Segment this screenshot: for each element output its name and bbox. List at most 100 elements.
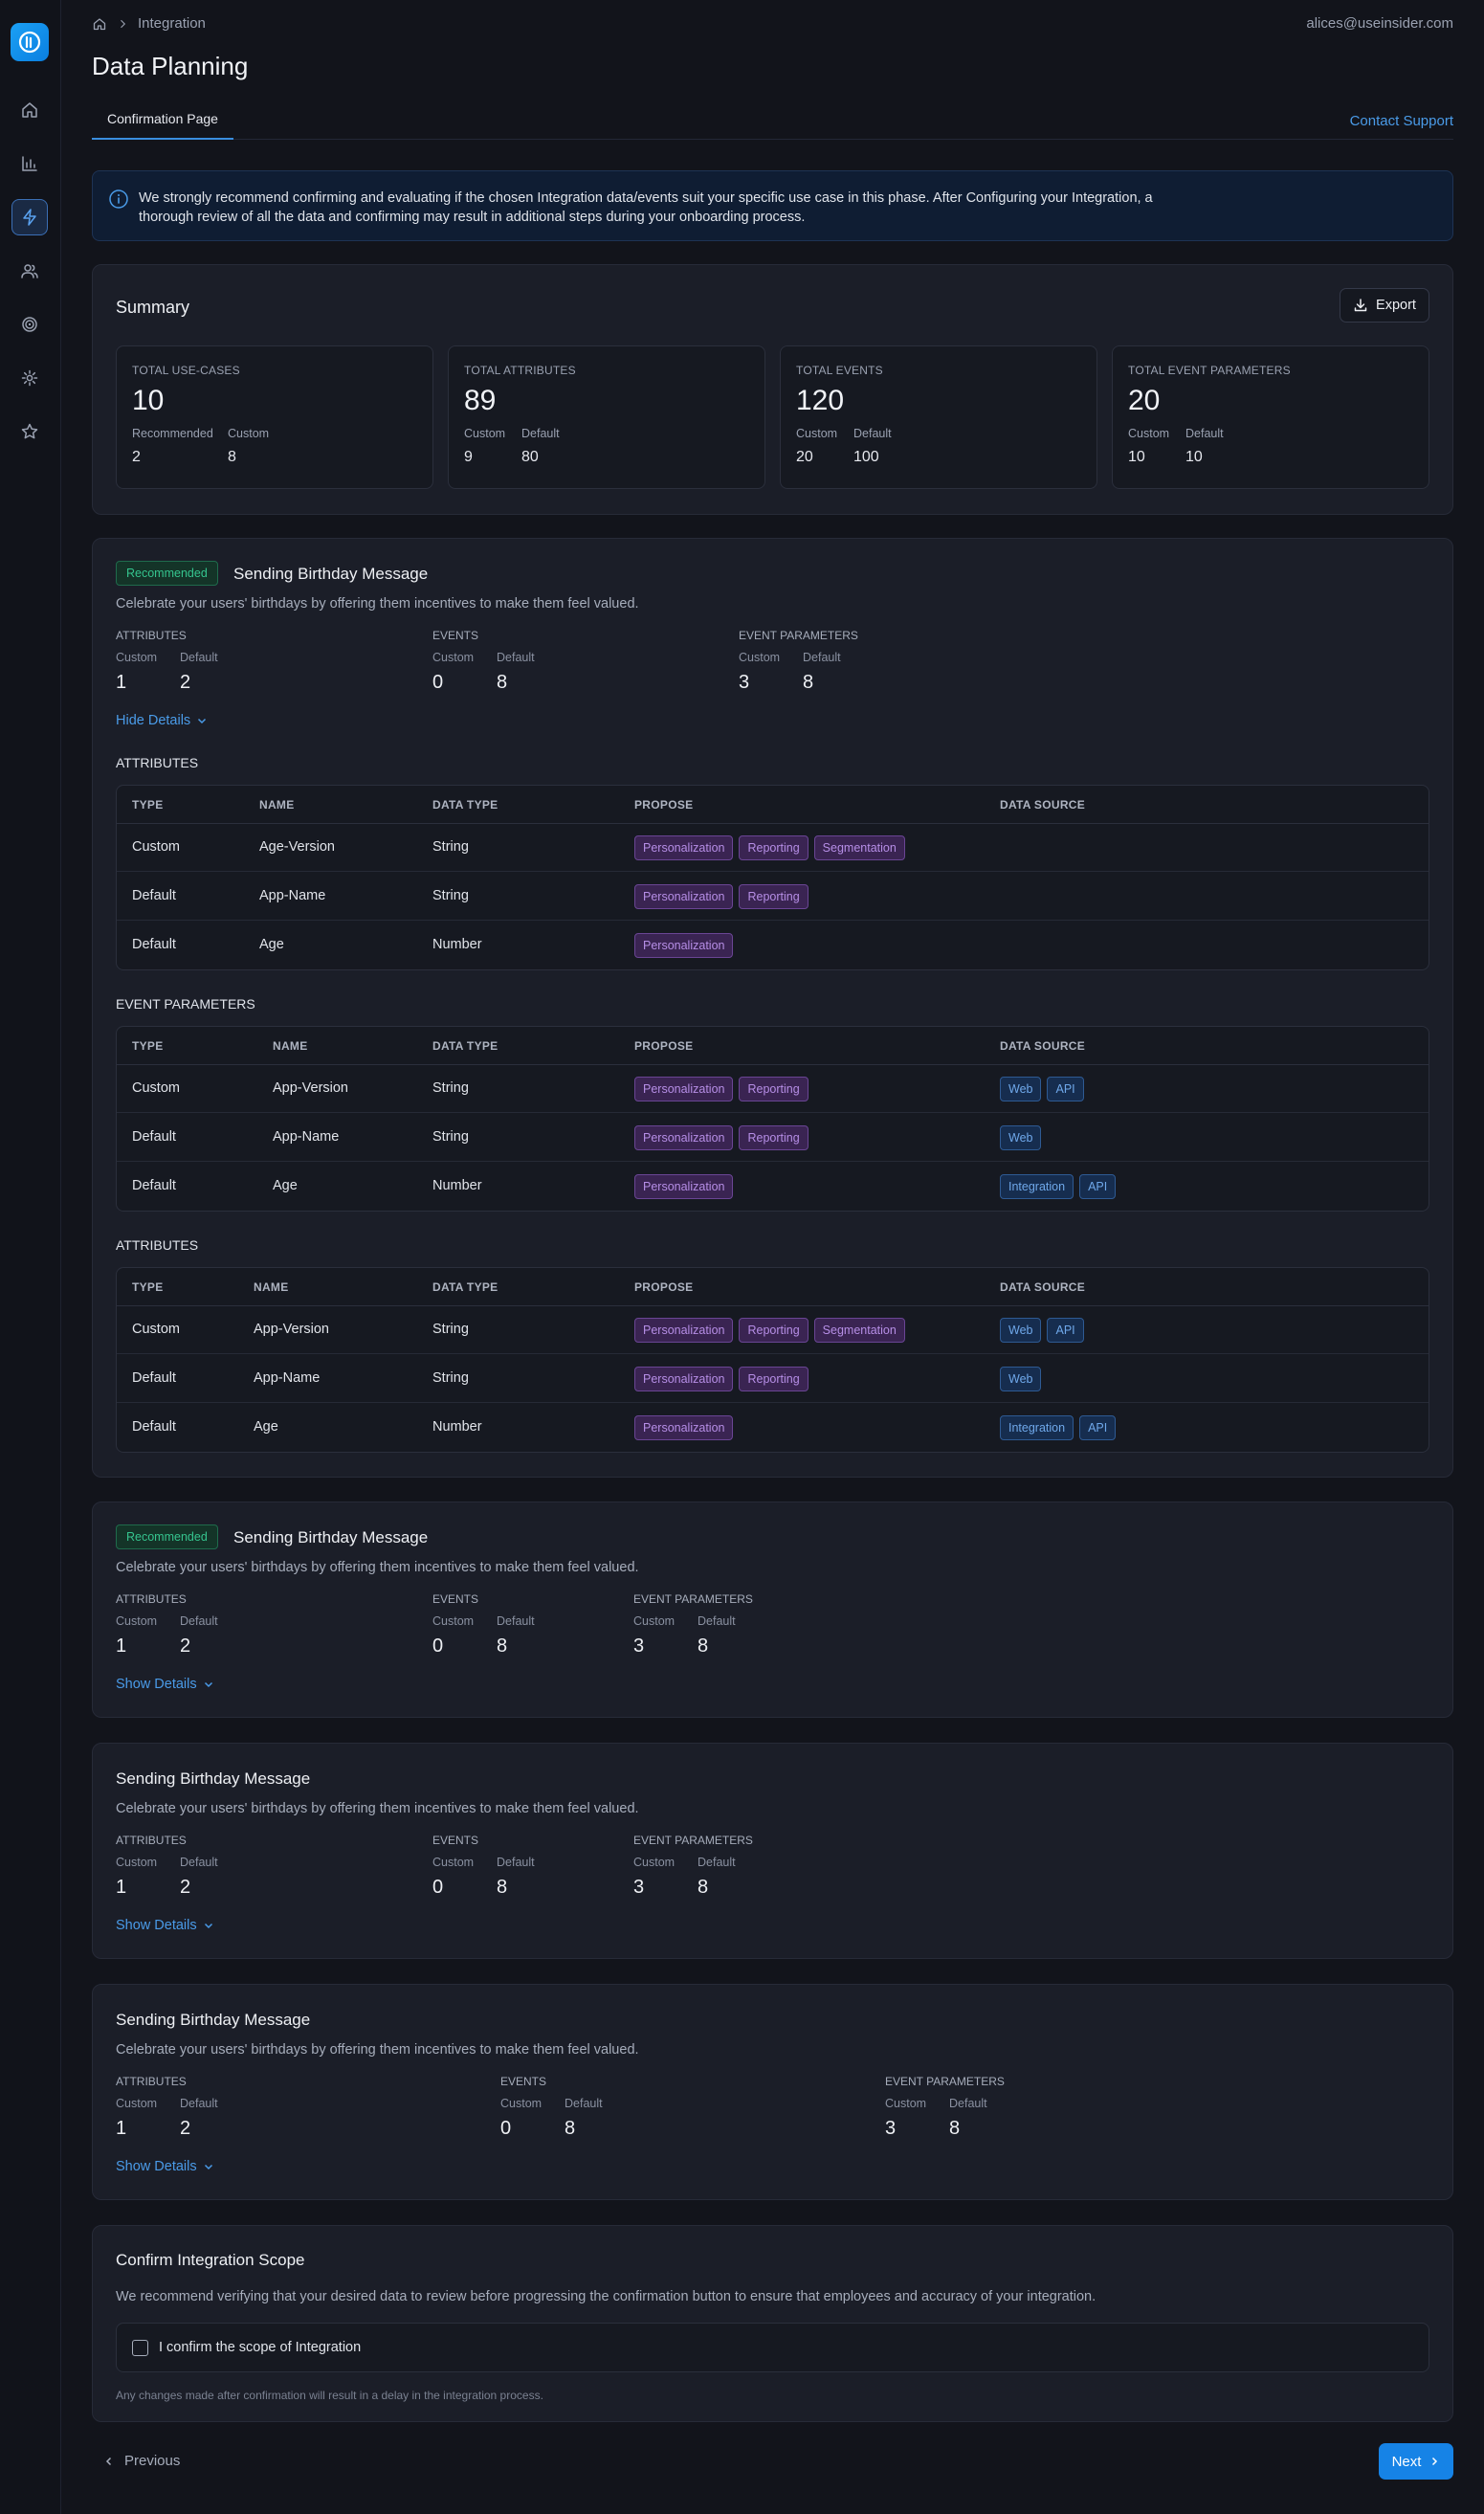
confirm-checkbox-label[interactable]: I confirm the scope of Integration (159, 2340, 361, 2355)
use-case-card: Recommended Sending Birthday Message Cel… (92, 1502, 1453, 1718)
cell-name: App-Version (254, 1322, 329, 1337)
alert-message: We strongly recommend confirming and eva… (139, 190, 1153, 225)
cell-type: Default (132, 937, 176, 952)
use-case-card: Recommended Sending Birthday Message Cel… (92, 538, 1453, 1478)
table-header: TYPE NAME DATA TYPE PROPOSE DATA SOURCE (117, 786, 1429, 824)
cell-data-type: String (432, 1129, 469, 1145)
default-value: 8 (949, 2118, 961, 2139)
col-type: TYPE (132, 1280, 164, 1294)
logo-icon (18, 31, 41, 54)
col-name: NAME (259, 798, 295, 812)
tab-bar: Confirmation Page Contact Support (92, 105, 1453, 140)
default-label: Default (180, 651, 218, 664)
source-chips: Integration API (1000, 1174, 1117, 1199)
source-chip: Web (1000, 1077, 1042, 1101)
custom-value: 3 (633, 1635, 645, 1657)
app-logo[interactable] (11, 23, 49, 61)
custom-label: Custom (116, 651, 158, 664)
cell-name: Age (273, 1178, 298, 1193)
show-details-toggle[interactable]: Show Details (116, 1677, 214, 1692)
nav-home[interactable] (11, 92, 48, 128)
hide-details-toggle[interactable]: Hide Details (116, 713, 208, 728)
custom-value: 1 (116, 672, 127, 693)
summary-card: Summary Export TOTAL USE-CASES 10 Recomm… (92, 264, 1453, 515)
show-details-toggle[interactable]: Show Details (116, 1918, 214, 1933)
use-case-description: Celebrate your users' birthdays by offer… (116, 1801, 639, 1816)
cell-data-type: String (432, 839, 469, 855)
default-label: Default (565, 2097, 603, 2110)
stat-total-events: TOTAL EVENTS 120 Custom 20 Default 100 (780, 345, 1097, 489)
default-value: 8 (698, 1877, 709, 1898)
nav-analytics[interactable] (11, 145, 48, 182)
show-details-toggle[interactable]: Show Details (116, 2159, 214, 2174)
nav-targets[interactable] (11, 306, 48, 343)
default-value: 2 (180, 1635, 191, 1657)
cell-name: App-Name (273, 1129, 340, 1145)
use-case-title: Sending Birthday Message (116, 1769, 311, 1788)
custom-label: Custom (432, 651, 475, 664)
source-chip: Web (1000, 1125, 1042, 1150)
stat-sub-label: Default (1185, 427, 1224, 440)
stat-label: TOTAL ATTRIBUTES (464, 364, 576, 377)
custom-value: 1 (116, 1877, 127, 1898)
propose-chip: Segmentation (813, 835, 905, 860)
user-email[interactable]: alices@useinsider.com (1306, 15, 1453, 32)
confirm-checkbox[interactable] (132, 2340, 148, 2356)
breadcrumb-current[interactable]: Integration (138, 15, 206, 32)
cell-name: Age (259, 937, 284, 952)
export-button[interactable]: Export (1340, 288, 1429, 323)
confirm-checkbox-row[interactable]: I confirm the scope of Integration (116, 2323, 1429, 2372)
attributes-group-label: ATTRIBUTES (116, 629, 187, 642)
table-row: Custom App-Version String Personalizatio… (117, 1306, 1429, 1354)
cell-name: App-Version (273, 1080, 348, 1096)
footer-nav: Previous Next (92, 2443, 1453, 2481)
col-data-source: DATA SOURCE (1000, 1039, 1086, 1053)
summary-title: Summary (116, 298, 190, 317)
tab-confirmation-page[interactable]: Confirmation Page (92, 105, 233, 140)
custom-label: Custom (739, 651, 781, 664)
nav-settings[interactable] (11, 360, 48, 396)
table-header: TYPE NAME DATA TYPE PROPOSE DATA SOURCE (117, 1268, 1429, 1306)
stat-value: 120 (796, 385, 845, 416)
home-icon (22, 102, 37, 118)
col-data-type: DATA TYPE (432, 1039, 498, 1053)
custom-label: Custom (116, 1614, 158, 1628)
cell-data-type: Number (432, 937, 482, 952)
stat-sub-value: 2 (132, 449, 141, 465)
previous-button[interactable]: Previous (103, 2453, 180, 2469)
next-button[interactable]: Next (1379, 2443, 1453, 2480)
source-chips: Integration API (1000, 1415, 1117, 1440)
default-value: 8 (497, 1877, 508, 1898)
info-icon (109, 189, 128, 209)
propose-chips: Personalization Reporting (634, 1367, 808, 1391)
custom-value: 0 (500, 2118, 512, 2139)
default-value: 8 (803, 672, 814, 693)
col-name: NAME (254, 1280, 289, 1294)
toggle-label: Show Details (116, 1918, 197, 1933)
nav-favorites[interactable] (11, 413, 48, 450)
confirm-description: We recommend verifying that your desired… (116, 2289, 1096, 2304)
propose-chip: Personalization (634, 933, 734, 958)
contact-support-link[interactable]: Contact Support (1350, 113, 1453, 129)
source-chip: API (1047, 1077, 1084, 1101)
stat-value: 89 (464, 385, 497, 416)
custom-value: 3 (633, 1877, 645, 1898)
nav-users[interactable] (11, 253, 48, 289)
home-icon[interactable] (92, 16, 107, 32)
gear-icon (21, 369, 38, 387)
propose-chips: Personalization Reporting Segmentation (634, 1318, 905, 1343)
confirm-note: Any changes made after confirmation will… (116, 2389, 543, 2402)
target-icon (22, 317, 37, 332)
source-chip: API (1079, 1174, 1117, 1199)
default-value: 8 (698, 1635, 709, 1657)
propose-chips: Personalization Reporting (634, 1077, 808, 1101)
stat-sub-value: 10 (1128, 449, 1145, 465)
source-chips: Web API (1000, 1077, 1084, 1101)
nav-integration[interactable] (11, 199, 48, 235)
cell-data-type: Number (432, 1419, 482, 1435)
events-group-label: EVENTS (500, 2075, 547, 2088)
chevron-down-icon (204, 1923, 212, 1929)
event-parameters-group-label: EVENT PARAMETERS (885, 2075, 1005, 2088)
stat-sub-value: 20 (796, 449, 813, 465)
cell-data-type: String (432, 1322, 469, 1337)
